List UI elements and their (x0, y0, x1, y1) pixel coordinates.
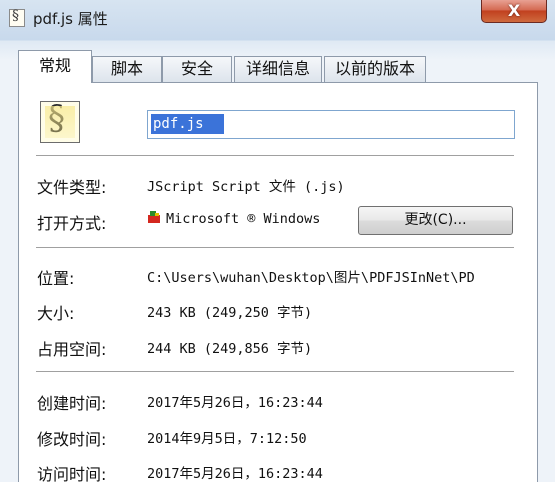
created-label: 创建时间: (37, 394, 107, 413)
close-button[interactable]: X (481, 0, 547, 23)
divider (36, 371, 514, 372)
open-with-value: Microsoft ® Windows (166, 211, 321, 227)
modified-value: 2014年9月5日，7:12:50 (147, 431, 307, 447)
created-value: 2017年5月26日，16:23:44 (147, 395, 323, 411)
properties-window: pdf.js 属性 X 常规 脚本 安全 详细信息 以前的版本 pdf.js 文… (0, 0, 555, 482)
accessed-value: 2017年5月26日，16:23:44 (147, 466, 323, 482)
tab-general[interactable]: 常规 (18, 50, 92, 83)
divider (36, 155, 514, 156)
accessed-label: 访问时间: (37, 465, 107, 482)
open-with-label: 打开方式: (37, 214, 107, 233)
size-on-disk-label: 占用空间: (37, 340, 107, 359)
close-icon: X (507, 1, 521, 20)
size-value: 243 KB (249,250 字节) (147, 305, 313, 321)
file-name-field[interactable]: pdf.js (147, 110, 515, 139)
change-button[interactable]: 更改(C)... (358, 206, 513, 235)
tab-details[interactable]: 详细信息 (234, 56, 322, 82)
script-file-icon (40, 98, 80, 143)
location-value: C:\Users\wuhan\Desktop\图片\PDFJSInNet\PD (147, 270, 475, 286)
size-on-disk-value: 244 KB (249,856 字节) (147, 341, 313, 357)
title-bar[interactable]: pdf.js 属性 X (0, 0, 555, 36)
file-name-text: pdf.js (151, 114, 224, 134)
size-label: 大小: (37, 304, 75, 323)
type-value: JScript Script 文件 (.js) (147, 179, 345, 195)
divider (36, 247, 514, 248)
location-label: 位置: (37, 269, 75, 288)
modified-label: 修改时间: (37, 430, 107, 449)
windows-script-host-icon (147, 210, 161, 224)
script-file-icon (9, 8, 25, 27)
tab-previous-versions[interactable]: 以前的版本 (324, 56, 426, 82)
window-title: pdf.js 属性 (33, 10, 108, 28)
tab-security[interactable]: 安全 (162, 56, 232, 82)
type-label: 文件类型: (37, 178, 107, 197)
tab-script[interactable]: 脚本 (92, 56, 162, 82)
